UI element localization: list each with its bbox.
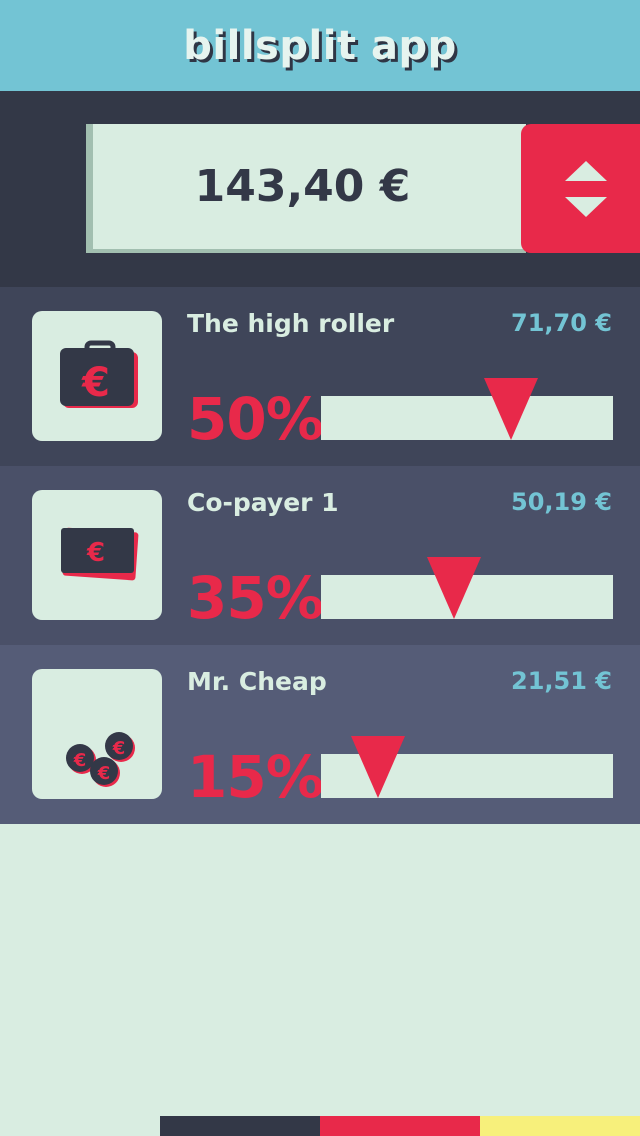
payer-avatar[interactable]: € xyxy=(32,490,162,620)
payer-name: Co-payer 1 xyxy=(187,488,339,517)
share-slider[interactable] xyxy=(321,736,613,798)
payer-name: Mr. Cheap xyxy=(187,667,327,696)
arrow-down-icon[interactable] xyxy=(565,197,607,217)
payer-share-amount: 50,19 € xyxy=(511,488,612,516)
payer-avatar[interactable]: € € € xyxy=(32,669,162,799)
slider-thumb[interactable] xyxy=(426,557,481,619)
payer-percent: 50% xyxy=(187,385,324,453)
payer-share-amount: 71,70 € xyxy=(511,309,612,337)
briefcase-euro-icon: € xyxy=(60,340,138,408)
svg-text:€: € xyxy=(73,750,87,771)
app-title: billsplit app xyxy=(183,22,457,69)
share-slider[interactable] xyxy=(321,378,613,440)
payer-name: The high roller xyxy=(187,309,395,338)
total-amount: 143,40 € xyxy=(194,161,411,212)
coins-euro-icon: € € € xyxy=(66,732,135,787)
app-header: billsplit app xyxy=(0,0,640,91)
total-amount-field[interactable]: 143,40 € xyxy=(86,124,526,253)
payer-row-mr-cheap: € € € Mr. Cheap 21,51 € 15% xyxy=(0,645,640,824)
footer-color-strip-yellow xyxy=(480,1116,640,1136)
svg-text:€: € xyxy=(112,738,126,759)
svg-text:€: € xyxy=(81,360,110,406)
payer-share-amount: 21,51 € xyxy=(511,667,612,695)
footer-color-strip-red xyxy=(320,1116,480,1136)
svg-text:€: € xyxy=(97,763,111,784)
payer-avatar[interactable]: € xyxy=(32,311,162,441)
payer-percent: 35% xyxy=(187,564,324,632)
payer-row-co-payer: € Co-payer 1 50,19 € 35% xyxy=(0,466,640,645)
share-slider[interactable] xyxy=(321,557,613,619)
svg-text:€: € xyxy=(86,538,105,568)
footer-color-strip-dark xyxy=(160,1116,320,1136)
payer-row-high-roller: € The high roller 71,70 € 50% xyxy=(0,287,640,466)
slider-thumb[interactable] xyxy=(483,378,538,440)
arrow-up-icon[interactable] xyxy=(565,161,607,181)
slider-thumb[interactable] xyxy=(350,736,405,798)
banknote-euro-icon: € xyxy=(61,527,139,581)
payer-percent: 15% xyxy=(187,743,324,811)
amount-stepper-button[interactable] xyxy=(521,124,640,253)
